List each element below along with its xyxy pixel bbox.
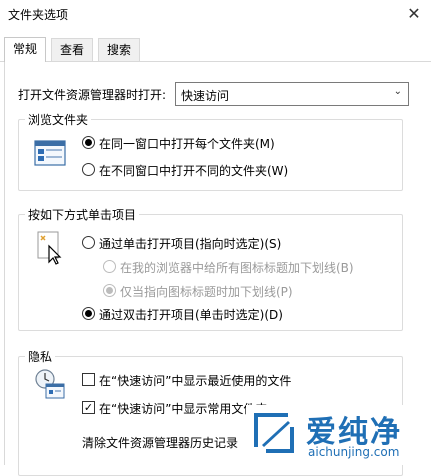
cursor-click-icon	[36, 230, 66, 266]
same-window-label[interactable]: 在同一窗口中打开每个文件夹(M)	[99, 135, 275, 152]
chevron-down-icon: ⌄	[393, 86, 402, 97]
frequent-folders-label[interactable]: 在“快速访问”中显示常用文件夹	[99, 400, 267, 417]
radio-double-click[interactable]	[82, 307, 95, 320]
underline-hover-label[interactable]: 仅当指向图标标题时加下划线(P)	[120, 283, 293, 300]
watermark-logo-icon	[254, 413, 294, 453]
checkbox-frequent-folders[interactable]: ✓	[82, 401, 95, 414]
privacy-clock-icon	[34, 368, 68, 402]
watermark-url: aichunjing.com	[308, 445, 400, 459]
tab-search[interactable]: 搜索	[98, 38, 141, 61]
recent-files-label[interactable]: 在“快速访问”中显示最近使用的文件	[99, 372, 291, 389]
tab-strip: 常规 查看 搜索	[0, 37, 431, 62]
tab-general[interactable]: 常规	[4, 37, 47, 62]
browse-folders-group: 浏览文件夹	[18, 111, 403, 191]
radio-same-window[interactable]	[82, 136, 95, 149]
browse-folders-title: 浏览文件夹	[25, 111, 92, 128]
open-explorer-row: 打开文件资源管理器时打开: 快速访问 ⌄	[18, 82, 413, 106]
radio-new-window[interactable]	[82, 163, 95, 176]
open-explorer-select[interactable]: 快速访问 ⌄	[175, 82, 409, 106]
clear-history-button[interactable]: 清除文件资源管理器历史记录	[82, 434, 238, 451]
privacy-title: 隐私	[25, 348, 56, 365]
window-title: 文件夹选项	[8, 8, 69, 22]
radio-underline-hover[interactable]	[103, 284, 116, 297]
folder-window-icon	[34, 140, 66, 166]
open-explorer-label: 打开文件资源管理器时打开:	[18, 88, 167, 102]
underline-all-label[interactable]: 在我的浏览器中给所有图标标题加下划线(B)	[120, 259, 354, 276]
new-window-label[interactable]: 在不同窗口中打开不同的文件夹(W)	[99, 162, 288, 179]
watermark: 爱纯净 aichunjing.com	[246, 405, 431, 465]
radio-single-click[interactable]	[82, 236, 95, 249]
click-items-title: 按如下方式单击项目	[25, 206, 140, 223]
radio-underline-all[interactable]	[103, 260, 116, 273]
tab-view[interactable]: 查看	[51, 38, 94, 61]
open-explorer-value: 快速访问	[181, 89, 230, 103]
title-bar: 文件夹选项 ✕	[0, 0, 431, 30]
double-click-label[interactable]: 通过双击打开项目(单击时选定)(D)	[99, 306, 283, 323]
close-button[interactable]: ✕	[397, 0, 431, 30]
checkbox-recent-files[interactable]	[82, 373, 95, 386]
single-click-label[interactable]: 通过单击打开项目(指向时选定)(S)	[99, 235, 281, 252]
